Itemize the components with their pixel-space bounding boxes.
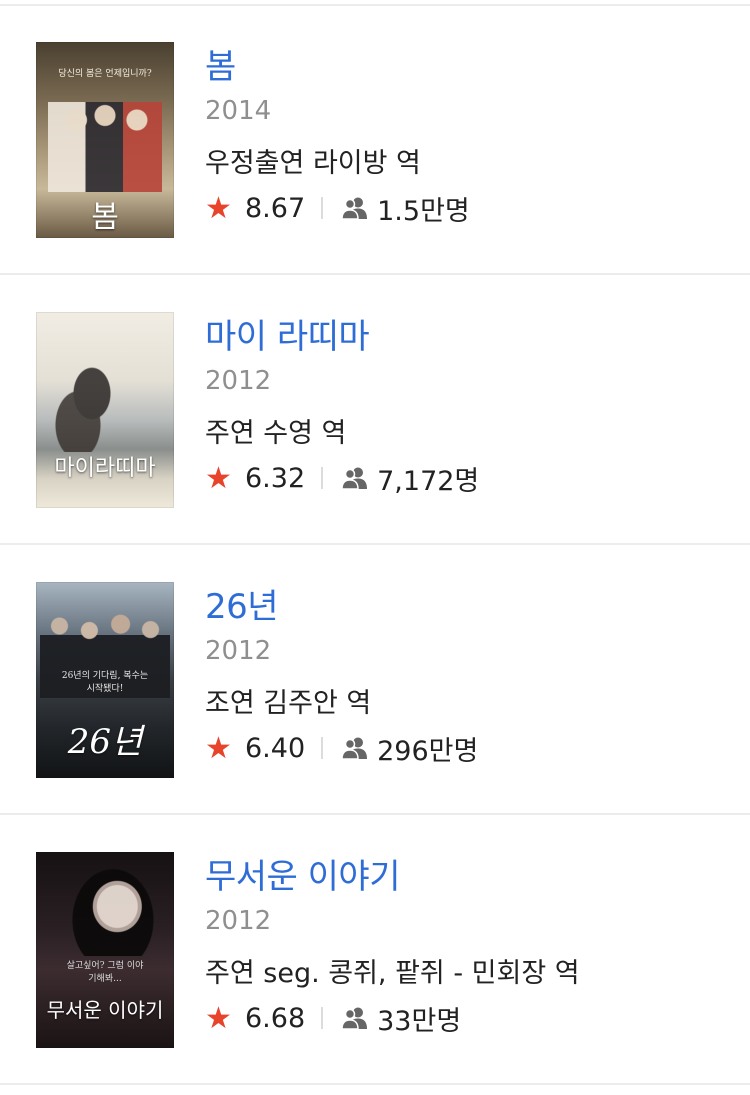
film-list-item[interactable]: 당신의 봄은 언제입니까? 봄 봄 2014 우정출연 라이방 역 ★ 8.67… [0,5,750,275]
film-rating: 6.68 [245,1002,306,1034]
film-role: 우정출연 라이방 역 [205,148,421,179]
movie-poster[interactable]: 마이라띠마 [36,312,174,508]
film-role: 주연 seg. 콩쥐, 팥쥐 - 민회장 역 [205,958,580,989]
poster-title: 무서운 이야기 [46,998,164,1022]
poster-title: 26년 [67,722,143,762]
film-stats: ★ 6.32 7,172명 [205,460,480,497]
people-icon [341,197,368,220]
stats-separator [321,1007,324,1029]
stats-separator [321,197,324,219]
film-rating: 8.67 [245,192,306,224]
stats-separator [321,467,324,489]
film-title-link[interactable]: 마이 라띠마 [205,309,370,358]
people-icon [341,1007,368,1030]
film-rating: 6.40 [245,732,306,764]
film-audience: 1.5만명 [377,195,470,227]
film-year: 2014 [205,96,272,126]
film-rating: 6.32 [245,462,306,494]
film-title-link[interactable]: 봄 [205,39,236,88]
movie-poster[interactable]: 당신의 봄은 언제입니까? 봄 [36,42,174,238]
list-divider [0,1083,750,1085]
film-title-link[interactable]: 26년 [205,579,279,628]
film-year: 2012 [205,906,272,936]
poster-title: 봄 [91,200,119,235]
poster-tagline: 당신의 봄은 언제입니까? [58,69,152,79]
film-stats: ★ 6.68 33만명 [205,1000,462,1037]
film-year: 2012 [205,366,272,396]
movie-poster[interactable]: 26년의 기다림, 복수는 시작됐다! 26년 [36,582,174,778]
film-year: 2012 [205,636,272,666]
film-role: 조연 김주안 역 [205,688,372,719]
film-list-item[interactable]: 26년의 기다림, 복수는 시작됐다! 26년 26년 2012 조연 김주안 … [0,545,750,815]
film-list-item[interactable]: 마이라띠마 마이 라띠마 2012 주연 수영 역 ★ 6.32 7,172명 [0,275,750,545]
film-audience: 33만명 [377,1005,462,1037]
film-role: 주연 수영 역 [205,418,347,449]
poster-figures [48,102,162,192]
film-list-item[interactable]: 살고싶어? 그럼 이야기해봐... 무서운 이야기 무서운 이야기 2012 주… [0,815,750,1085]
film-stats: ★ 6.40 296만명 [205,730,479,767]
movie-poster[interactable]: 살고싶어? 그럼 이야기해봐... 무서운 이야기 [36,852,174,1048]
film-audience: 296만명 [377,735,479,767]
star-icon: ★ [205,1000,232,1036]
stats-separator [321,737,324,759]
star-icon: ★ [205,460,232,496]
poster-figures [50,362,120,452]
film-audience: 7,172명 [377,465,480,497]
poster-figures [70,866,156,956]
star-icon: ★ [205,730,232,766]
film-stats: ★ 8.67 1.5만명 [205,190,470,227]
poster-tagline: 26년의 기다림, 복수는 시작됐다! [61,671,149,694]
star-icon: ★ [205,190,232,226]
people-icon [341,737,368,760]
film-title-link[interactable]: 무서운 이야기 [205,849,401,898]
poster-title: 마이라띠마 [54,456,156,481]
people-icon [341,467,368,490]
poster-tagline: 살고싶어? 그럼 이야기해봐... [66,961,144,984]
